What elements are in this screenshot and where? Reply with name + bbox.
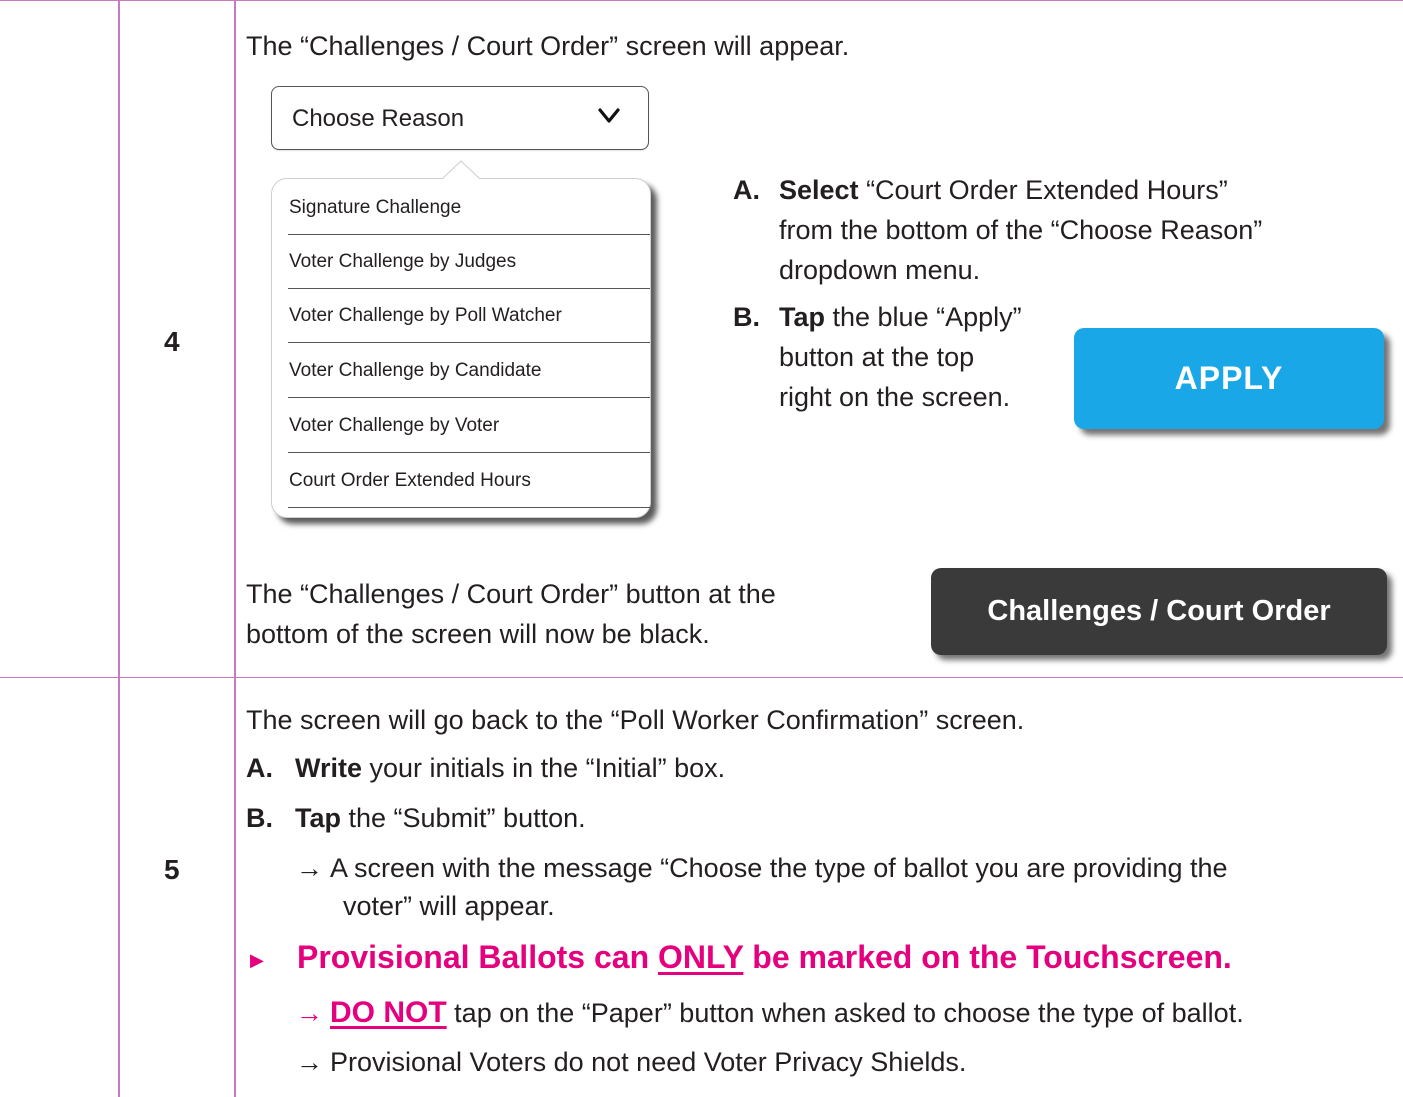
step-number-5: 5 xyxy=(164,854,180,885)
arrow-right-icon: → xyxy=(296,998,323,1028)
step-number-4: 4 xyxy=(164,326,180,357)
arrow-right-icon: → xyxy=(296,853,323,883)
warning-emph: ONLY xyxy=(658,939,744,975)
step5-b-rest: the “Submit” button. xyxy=(341,803,586,833)
instr-b-letter: B. xyxy=(733,302,760,332)
step4-note-line1: The “Challenges / Court Order” button at… xyxy=(246,579,776,609)
step4-note-line2: bottom of the screen will now be black. xyxy=(246,619,710,649)
instr-b-line1-rest: the blue “Apply” xyxy=(825,302,1022,332)
table-top-rule xyxy=(0,0,1403,1)
warning-line: ▶ Provisional Ballots can ONLY be marked … xyxy=(250,935,1232,982)
instr-a-line1: Select “Court Order Extended Hours” xyxy=(779,172,1228,208)
menu-option-judges[interactable]: Voter Challenge by Judges xyxy=(288,235,650,289)
arrow-item-2-rest: tap on the “Paper” button when asked to … xyxy=(446,998,1244,1028)
table-row-divider xyxy=(0,677,1403,678)
step5-b-text: Tap the “Submit” button. xyxy=(295,800,586,836)
arrow-right-icon: → xyxy=(296,1047,323,1077)
arrow-item-1-line2: voter” will appear. xyxy=(343,891,555,921)
chevron-down-icon xyxy=(598,108,620,123)
menu-option-signature-challenge[interactable]: Signature Challenge xyxy=(288,181,650,235)
step5-a-letter: A. xyxy=(246,753,273,783)
arrow-item-1-line1: A screen with the message “Choose the ty… xyxy=(330,853,1228,883)
table-column-rule-right xyxy=(234,0,236,1097)
arrow-item-3: → Provisional Voters do not need Voter Pr… xyxy=(296,1044,966,1080)
do-not-emph: DO NOT xyxy=(330,996,447,1029)
warning-post: be marked on the Touchscreen. xyxy=(743,939,1232,975)
step5-a-rest: your initials in the “Initial” box. xyxy=(362,753,726,783)
table-column-rule-left xyxy=(118,0,120,1097)
step5-intro: The screen will go back to the “Poll Wor… xyxy=(246,705,1025,735)
instr-a-letter: A. xyxy=(733,175,760,205)
triangle-bullet-icon: ▶ xyxy=(250,949,264,970)
step5-b-verb: Tap xyxy=(295,803,341,833)
instr-a-line1-rest: “Court Order Extended Hours” xyxy=(858,175,1228,205)
menu-option-voter[interactable]: Voter Challenge by Voter xyxy=(288,399,650,453)
instr-b-verb: Tap xyxy=(779,302,825,332)
step5-a-verb: Write xyxy=(295,753,363,783)
arrow-item-2: → DO NOT tap on the “Paper” button when a… xyxy=(296,995,1244,1031)
step5-a-text: Write your initials in the “Initial” box… xyxy=(295,750,725,786)
menu-pointer xyxy=(441,160,481,182)
step5-b-letter: B. xyxy=(246,803,273,833)
instr-b-line2: button at the top xyxy=(779,342,975,372)
instr-b-line3: right on the screen. xyxy=(779,382,1011,412)
dropdown-menu: Signature Challenge Voter Challenge by J… xyxy=(271,178,651,518)
arrow-item-3-text: Provisional Voters do not need Voter Pri… xyxy=(330,1047,967,1077)
instr-a-line3: dropdown menu. xyxy=(779,255,981,285)
challenges-court-order-button[interactable]: Challenges / Court Order xyxy=(931,568,1387,655)
apply-button[interactable]: APPLY xyxy=(1074,328,1384,429)
menu-option-court-order-extended-hours[interactable]: Court Order Extended Hours xyxy=(288,454,650,508)
instr-a-line2: from the bottom of the “Choose Reason” xyxy=(779,215,1263,245)
arrow-item-1: → A screen with the message “Choose the t… xyxy=(296,850,1228,886)
warning-pre: Provisional Ballots can xyxy=(297,939,658,975)
dropdown-selected-label: Choose Reason xyxy=(292,105,465,132)
menu-option-poll-watcher[interactable]: Voter Challenge by Poll Watcher xyxy=(288,289,650,343)
choose-reason-dropdown[interactable]: Choose Reason xyxy=(271,86,649,150)
menu-option-candidate[interactable]: Voter Challenge by Candidate xyxy=(288,344,650,398)
step4-intro: The “Challenges / Court Order” screen wi… xyxy=(246,31,850,61)
instr-a-verb: Select xyxy=(779,175,859,205)
instr-b-line1: Tap the blue “Apply” xyxy=(779,299,1022,335)
